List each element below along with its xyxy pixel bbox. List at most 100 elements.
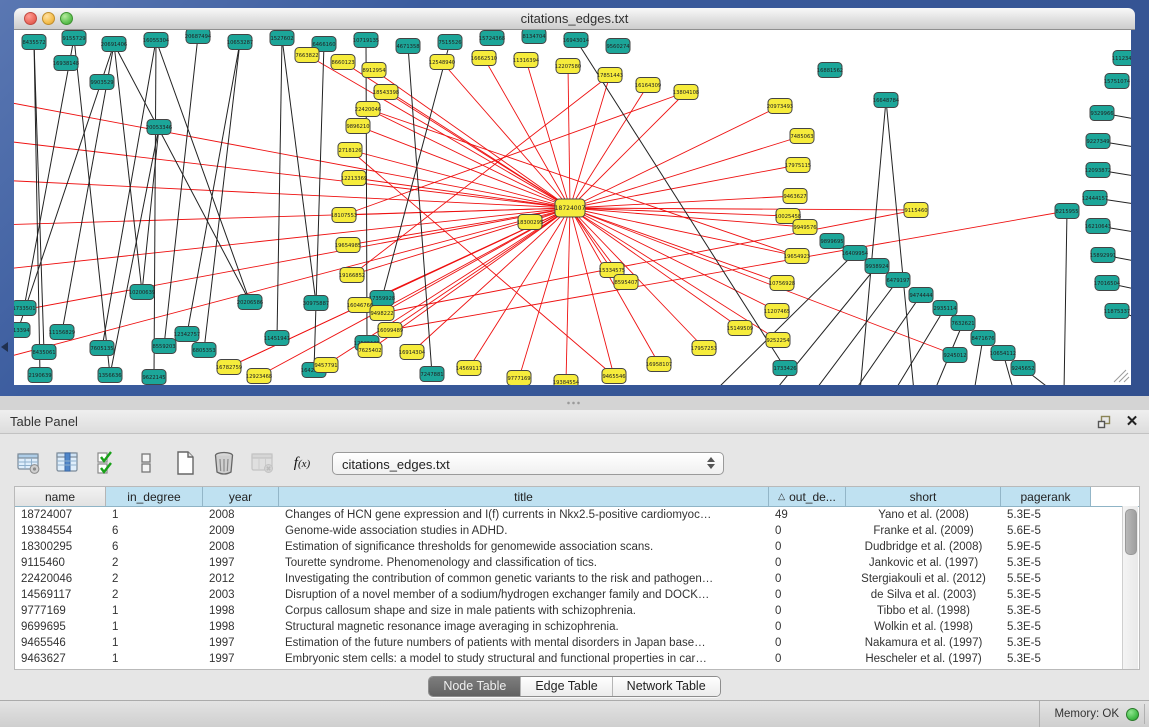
table-cell[interactable]: Nakamura et al. (1997) <box>846 635 1001 651</box>
table-cell[interactable]: 19384554 <box>15 523 106 539</box>
graph-node[interactable]: 17016504 <box>1094 276 1121 291</box>
graph-node[interactable]: 30975887 <box>303 296 329 311</box>
graph-node[interactable]: 18107553 <box>331 208 357 223</box>
table-cell[interactable]: 5.5E-5 <box>1001 571 1091 587</box>
table-selector-dropdown[interactable]: citations_edges.txt <box>332 452 724 475</box>
graph-node[interactable]: 2935114 <box>933 301 957 316</box>
divider-grip-icon[interactable] <box>566 401 580 405</box>
table-cell[interactable]: 9115460 <box>15 555 106 571</box>
graph-node[interactable]: 9252254 <box>766 333 790 348</box>
scrollbar-thumb[interactable] <box>1125 509 1137 555</box>
table-cell[interactable]: Jankovic et al. (1997) <box>846 555 1001 571</box>
float-panel-icon[interactable] <box>1095 413 1113 431</box>
graph-node[interactable]: 9465546 <box>602 369 626 384</box>
table-cell[interactable]: 2008 <box>203 539 279 555</box>
table-cell[interactable]: 5.3E-5 <box>1001 635 1091 651</box>
table-cell[interactable]: Tibbo et al. (1998) <box>846 603 1001 619</box>
table-cell[interactable]: 2 <box>106 571 203 587</box>
table-cell[interactable]: 1997 <box>203 555 279 571</box>
graph-node[interactable]: 9227349 <box>1086 134 1110 149</box>
network-window-titlebar[interactable]: citations_edges.txt <box>14 8 1135 30</box>
graph-node[interactable]: 14569117 <box>456 361 482 376</box>
graph-node[interactable]: 10719135 <box>353 33 379 48</box>
graph-node[interactable]: 16958107 <box>646 357 672 372</box>
graph-node[interactable]: 9115460 <box>904 203 928 218</box>
graph-node[interactable]: 10654112 <box>990 346 1016 361</box>
graph-node[interactable]: 12213369 <box>341 171 367 186</box>
table-cell[interactable]: 1998 <box>203 603 279 619</box>
table-cell[interactable]: 5.3E-5 <box>1001 651 1091 667</box>
graph-node[interactable]: 20053346 <box>146 120 172 135</box>
table-cell[interactable]: Dudbridge et al. (2008) <box>846 539 1001 555</box>
graph-node[interactable]: 16046766 <box>347 298 373 313</box>
graph-node[interactable]: 7632621 <box>951 316 975 331</box>
graph-node[interactable]: 7625402 <box>358 343 382 358</box>
table-cell[interactable]: 2009 <box>203 523 279 539</box>
graph-node[interactable]: 10200639 <box>129 285 155 300</box>
graph-node[interactable]: 16782759 <box>216 360 242 375</box>
graph-node[interactable]: 9457791 <box>314 358 338 373</box>
graph-node[interactable]: 16210643 <box>1085 219 1111 234</box>
graph-node[interactable]: 4671358 <box>396 39 420 54</box>
table-row[interactable]: 977716911998Corpus callosum shape and si… <box>15 603 1139 619</box>
graph-node[interactable]: 19654985 <box>335 238 361 253</box>
graph-node[interactable]: 17851443 <box>597 68 623 83</box>
table-cell[interactable]: 5.3E-5 <box>1001 619 1091 635</box>
graph-node[interactable]: 6479197 <box>886 273 910 288</box>
graph-node[interactable]: 20206586 <box>237 295 263 310</box>
graph-node[interactable]: 15724368 <box>479 31 505 46</box>
graph-node[interactable]: 2190639 <box>28 368 52 383</box>
delete-column-button[interactable] <box>209 448 239 478</box>
table-cell[interactable]: 9777169 <box>15 603 106 619</box>
table-cell[interactable]: 5.3E-5 <box>1001 603 1091 619</box>
graph-node[interactable]: 17957253 <box>691 341 717 356</box>
tab-edge-table[interactable]: Edge Table <box>521 677 612 696</box>
graph-node[interactable]: 18300295 <box>517 215 543 230</box>
close-panel-icon[interactable]: ✕ <box>1123 413 1141 431</box>
table-cell[interactable]: 2012 <box>203 571 279 587</box>
graph-node[interactable]: 20973493 <box>767 99 793 114</box>
table-cell[interactable]: 5.3E-5 <box>1001 587 1091 603</box>
graph-node[interactable]: 9949576 <box>793 220 817 235</box>
table-cell[interactable]: 14569117 <box>15 587 106 603</box>
table-cell[interactable]: 0 <box>769 651 846 667</box>
column-header-in-degree[interactable]: in_degree <box>106 487 203 506</box>
graph-node[interactable]: 9329966 <box>1090 106 1114 121</box>
table-cell[interactable]: 2003 <box>203 587 279 603</box>
table-mode-button[interactable] <box>14 448 44 478</box>
graph-node[interactable]: 8595407 <box>614 275 638 290</box>
memory-ok-indicator-icon[interactable] <box>1126 708 1139 721</box>
graph-node[interactable]: 9777169 <box>507 371 531 386</box>
graph-node[interactable]: 9245012 <box>943 348 967 363</box>
graph-node[interactable]: 8912954 <box>362 63 386 78</box>
graph-node[interactable]: 15149509 <box>727 321 753 336</box>
table-cell[interactable]: 5.3E-5 <box>1001 555 1091 571</box>
graph-node[interactable]: 1733426 <box>773 361 797 376</box>
table-cell[interactable]: 1998 <box>203 619 279 635</box>
table-cell[interactable]: 1 <box>106 635 203 651</box>
graph-node[interactable]: 10756928 <box>769 276 795 291</box>
column-header-name[interactable]: name <box>15 487 106 506</box>
graph-node[interactable]: 16662510 <box>471 51 497 66</box>
table-cell[interactable]: 0 <box>769 523 846 539</box>
split-divider[interactable] <box>0 396 1149 410</box>
graph-node[interactable]: 7605135 <box>90 341 114 356</box>
graph-node[interactable]: 18543398 <box>373 85 399 100</box>
graph-node[interactable]: 2718126 <box>338 143 362 158</box>
select-columns-button[interactable] <box>92 448 122 478</box>
graph-node[interactable]: 11316394 <box>513 53 540 68</box>
table-cell[interactable]: Wolkin et al. (1998) <box>846 619 1001 635</box>
table-cell[interactable]: 1997 <box>203 635 279 651</box>
table-cell[interactable]: 9463627 <box>15 651 106 667</box>
graph-node[interactable]: 1733501 <box>14 301 36 316</box>
table-row[interactable]: 969969511998Structural magnetic resonanc… <box>15 619 1139 635</box>
graph-node[interactable]: 16648784 <box>873 93 900 108</box>
graph-node[interactable]: 8215955 <box>1055 204 1079 219</box>
table-cell[interactable]: 2008 <box>203 507 279 523</box>
table-row[interactable]: 1938455462009Genome-wide association stu… <box>15 523 1139 539</box>
table-cell[interactable]: 1 <box>106 619 203 635</box>
graph-node[interactable]: 7247881 <box>420 367 444 382</box>
graph-node[interactable]: 12548940 <box>429 55 455 70</box>
graph-node[interactable]: 7663822 <box>295 48 319 63</box>
graph-node[interactable]: 16164309 <box>635 78 661 93</box>
